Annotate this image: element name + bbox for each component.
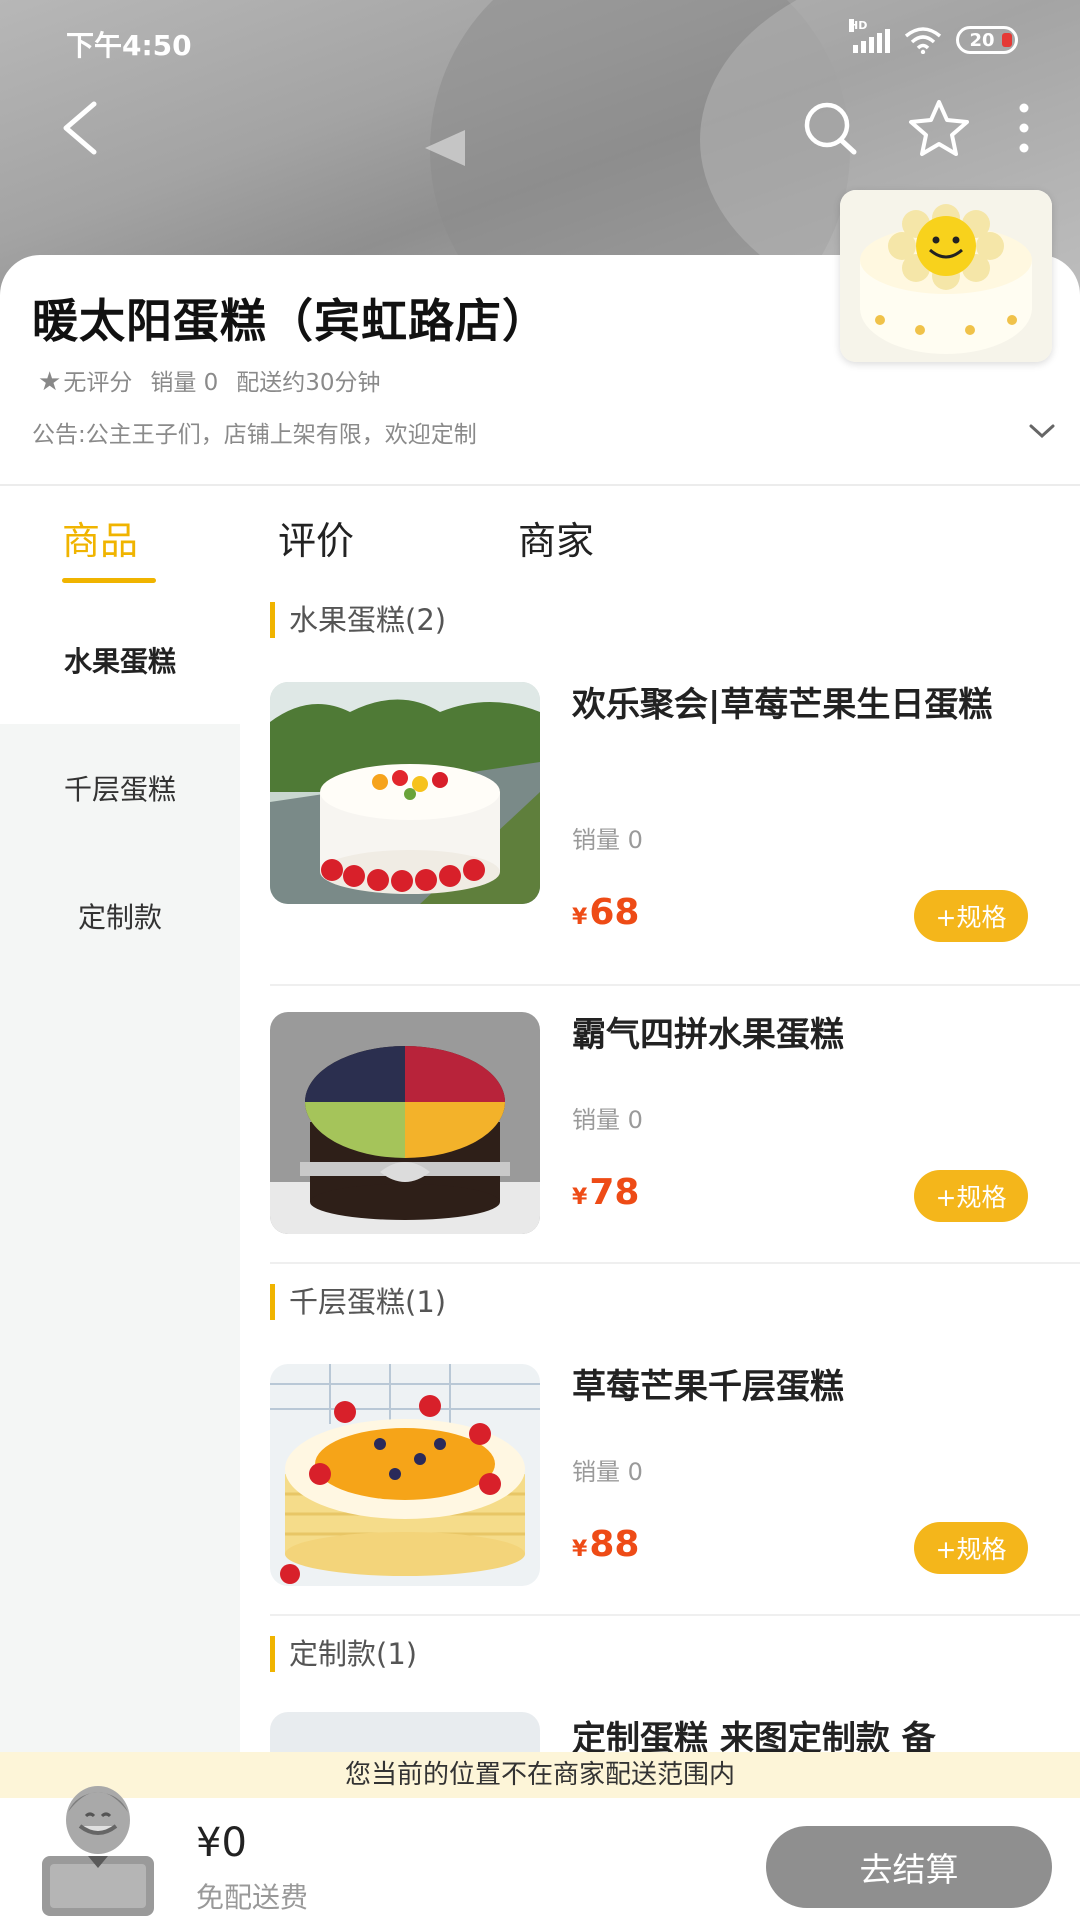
store-name: 暖太阳蛋糕（宾虹路店） (32, 294, 549, 348)
cart-total: ¥0 (196, 1820, 247, 1866)
add-spec-button[interactable]: +规格 (914, 1522, 1028, 1574)
product-image[interactable] (270, 682, 540, 904)
category-sidebar: 水果蛋糕 千层蛋糕 定制款 (0, 596, 240, 1756)
product-sales: 销量 0 (572, 1106, 643, 1134)
store-delivery-time: 配送约30分钟 (236, 370, 381, 396)
product-price: ¥78 (572, 1172, 640, 1213)
product-sales: 销量 0 (572, 1458, 643, 1486)
category-crepe-cake[interactable]: 千层蛋糕 (0, 724, 240, 852)
product-image[interactable] (270, 1012, 540, 1234)
add-spec-button[interactable]: +规格 (914, 890, 1028, 942)
signal-icon: HD (849, 19, 890, 53)
product-name[interactable]: 草莓芒果千层蛋糕 (572, 1364, 1032, 1410)
header-divider (0, 484, 1080, 486)
store-sales: 销量 0 (150, 370, 219, 396)
section-title: 千层蛋糕(1) (270, 1284, 446, 1320)
chevron-down-icon[interactable] (1028, 421, 1056, 441)
product-image[interactable] (270, 1712, 540, 1752)
product-divider (270, 1262, 1080, 1264)
store-logo (840, 190, 1052, 362)
tab-merchant[interactable]: 商家 (518, 510, 594, 565)
cart-mascot-icon[interactable] (28, 1772, 168, 1920)
product-name[interactable]: 欢乐聚会|草莓芒果生日蛋糕 (572, 682, 1032, 728)
rating-star-icon: ★ (38, 367, 62, 397)
store-meta: ★无评分 销量 0 配送约30分钟 (38, 363, 381, 397)
tab-indicator (62, 578, 156, 583)
category-custom[interactable]: 定制款 (0, 852, 240, 980)
favorite-star-icon[interactable] (906, 98, 972, 158)
back-arrow-icon[interactable] (56, 98, 106, 158)
tab-bar: 商品 评价 商家 (0, 510, 1080, 580)
product-card[interactable]: 霸气四拼水果蛋糕 销量 0 ¥78 +规格 (270, 1012, 1080, 1312)
product-divider (270, 984, 1080, 986)
category-fruit-cake[interactable]: 水果蛋糕 (0, 596, 240, 724)
product-image[interactable] (270, 1364, 540, 1586)
product-card[interactable]: 定制蛋糕 来图定制款 备 (270, 1712, 1080, 1752)
product-price: ¥68 (572, 892, 640, 933)
section-title: 定制款(1) (270, 1636, 417, 1672)
product-sales: 销量 0 (572, 826, 643, 854)
product-card[interactable]: 欢乐聚会|草莓芒果生日蛋糕 销量 0 ¥68 +规格 (270, 682, 1080, 982)
store-notice[interactable]: 公告:公主王子们，店铺上架有限，欢迎定制 (32, 415, 477, 449)
more-icon[interactable] (1018, 98, 1030, 158)
status-time: 下午4:50 (66, 29, 192, 62)
product-card[interactable]: 草莓芒果千层蛋糕 销量 0 ¥88 +规格 (270, 1364, 1080, 1664)
product-divider (270, 1614, 1080, 1616)
battery-icon: 20 (956, 26, 1018, 54)
product-price: ¥88 (572, 1524, 640, 1565)
checkout-button[interactable]: 去结算 (766, 1826, 1052, 1908)
section-title: 水果蛋糕(2) (270, 602, 446, 638)
wifi-icon (904, 27, 942, 54)
product-name[interactable]: 定制蛋糕 来图定制款 备 (572, 1716, 1042, 1752)
store-rating: 无评分 (63, 370, 133, 396)
delivery-fee: 免配送费 (196, 1881, 309, 1914)
tab-reviews[interactable]: 评价 (278, 510, 354, 565)
status-bar: 下午4:50 HD 20 (0, 19, 1080, 64)
search-icon[interactable] (800, 98, 860, 158)
add-spec-button[interactable]: +规格 (914, 1170, 1028, 1222)
product-name[interactable]: 霸气四拼水果蛋糕 (572, 1012, 1032, 1058)
tab-products[interactable]: 商品 (62, 510, 138, 565)
